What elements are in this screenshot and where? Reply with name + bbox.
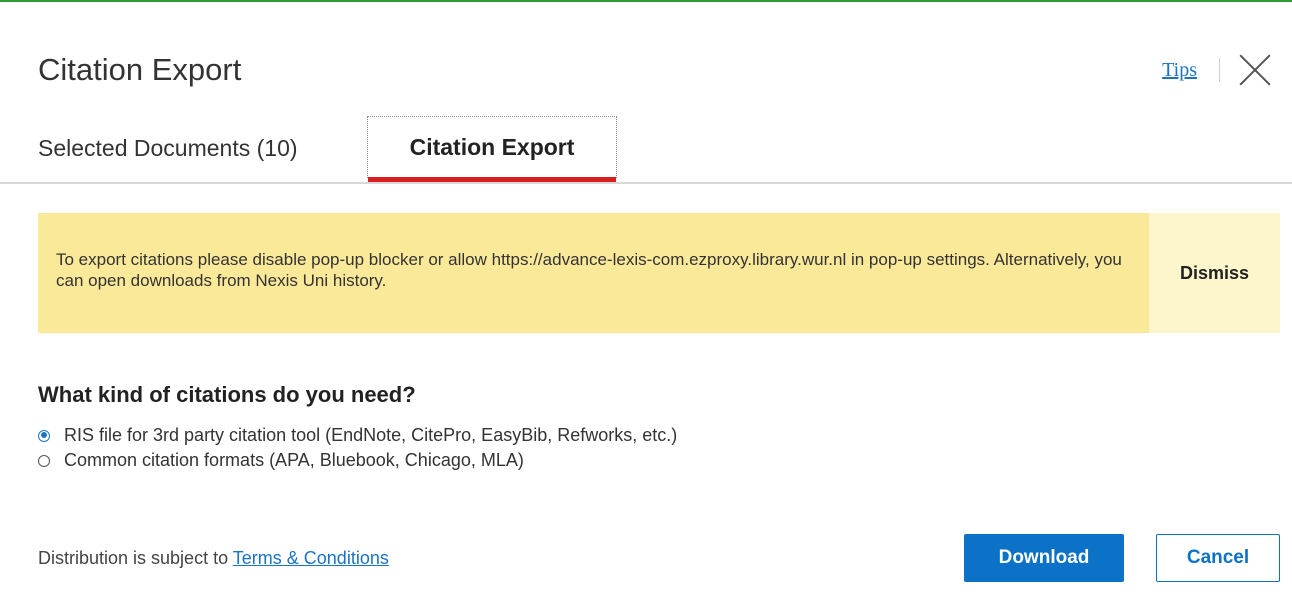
tips-link[interactable]: Tips: [1162, 59, 1197, 82]
header-divider: [1219, 58, 1220, 82]
citation-question: What kind of citations do you need?: [38, 382, 416, 407]
tab-bar: Selected Documents (10) Citation Export: [0, 116, 1292, 184]
citation-options: RIS file for 3rd party citation tool (En…: [38, 423, 677, 473]
option-common-formats[interactable]: Common citation formats (APA, Bluebook, …: [38, 448, 677, 473]
radio-ris-file[interactable]: [38, 429, 50, 442]
distribution-note-text: Distribution is subject to: [38, 548, 229, 568]
tab-selected-documents[interactable]: Selected Documents (10): [38, 116, 338, 180]
option-ris-file[interactable]: RIS file for 3rd party citation tool (En…: [38, 423, 677, 448]
close-icon[interactable]: [1238, 53, 1272, 87]
tab-citation-export-label: Citation Export: [409, 134, 575, 160]
distribution-note: Distribution is subject to Terms & Condi…: [38, 548, 389, 569]
tab-citation-export[interactable]: Citation Export: [367, 116, 617, 182]
cancel-button[interactable]: Cancel: [1156, 534, 1280, 582]
citation-export-dialog: Citation Export Tips Selected Documents …: [0, 2, 1292, 594]
dialog-title: Citation Export: [38, 52, 242, 87]
header-actions: Tips: [1162, 50, 1272, 90]
option-ris-file-label: RIS file for 3rd party citation tool (En…: [64, 425, 678, 445]
dismiss-button[interactable]: Dismiss: [1149, 213, 1280, 333]
radio-common-formats[interactable]: [38, 454, 50, 467]
popup-warning-banner: To export citations please disable pop-u…: [38, 213, 1280, 333]
banner-message: To export citations please disable pop-u…: [56, 250, 1122, 290]
active-tab-indicator: [368, 177, 616, 182]
download-button[interactable]: Download: [964, 534, 1124, 582]
terms-conditions-link[interactable]: Terms & Conditions: [233, 548, 389, 568]
option-common-formats-label: Common citation formats (APA, Bluebook, …: [64, 450, 524, 470]
